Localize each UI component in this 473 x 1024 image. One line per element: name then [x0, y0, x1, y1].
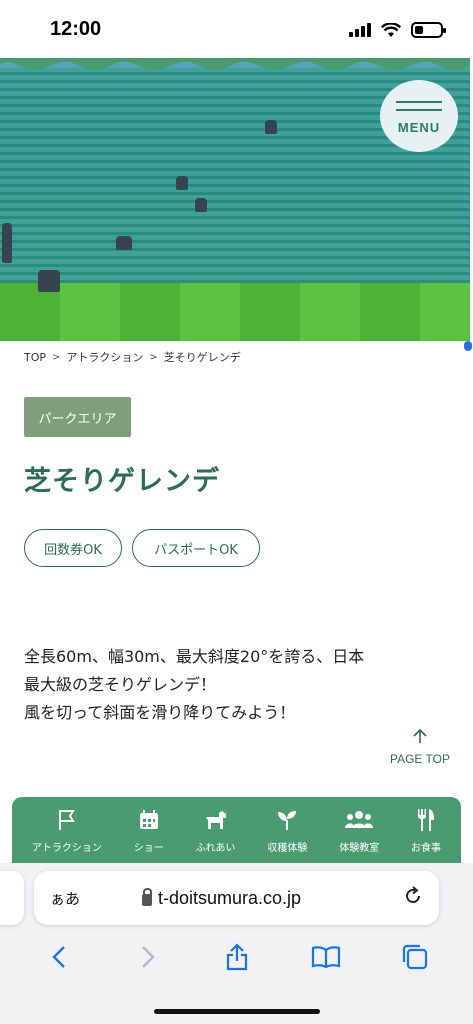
breadcrumb-attractions[interactable]: アトラクション — [66, 349, 143, 365]
address-bar[interactable]: ぁあ t-doitsumura.co.jp — [34, 871, 439, 925]
hamburger-icon — [396, 100, 442, 103]
breadcrumb-top[interactable]: TOP — [24, 351, 46, 364]
nav-item-workshop[interactable]: 体験教室 — [339, 807, 379, 854]
hamburger-icon-bar — [396, 108, 442, 111]
nav-label: 収穫体験 — [267, 842, 308, 854]
chevron-right-icon — [141, 945, 155, 968]
badge-passport: パスポートOK — [132, 529, 260, 567]
chevron-right-icon: > — [149, 351, 158, 363]
nav-item-attractions[interactable]: アトラクション — [32, 807, 102, 854]
sledder — [176, 176, 188, 190]
description: 全長60m、幅30m、最大斜度20°を誇る、日本 最大級の芝そりゲレンデ！ 風を… — [24, 643, 454, 727]
area-tag: パークエリア — [24, 397, 131, 437]
sledder — [116, 236, 132, 250]
share-icon — [226, 942, 247, 970]
url-display[interactable]: t-doitsumura.co.jp — [142, 888, 301, 909]
calendar-icon — [138, 807, 160, 833]
nav-label: ショー — [133, 842, 164, 854]
forward-button[interactable] — [128, 945, 168, 976]
lock-icon — [142, 888, 152, 906]
hero-image: MENU — [0, 58, 470, 341]
page-top-button[interactable]: PAGE TOP — [384, 728, 456, 766]
nav-item-petting[interactable]: ふれあい — [196, 807, 236, 854]
reader-settings-button[interactable]: ぁあ — [50, 888, 80, 909]
sledder — [195, 198, 207, 212]
description-line: 全長60m、幅30m、最大斜度20°を誇る、日本 — [24, 647, 365, 666]
grass-field — [0, 283, 470, 341]
reload-icon[interactable] — [403, 885, 423, 911]
bottom-nav: アトラクション ショー ふれあい 収穫体験 体験教室 お食事 — [12, 797, 461, 863]
fork-knife-icon — [416, 807, 436, 833]
breadcrumb: TOP > アトラクション > 芝そりゲレンデ — [24, 349, 241, 365]
wifi-icon — [381, 22, 401, 37]
share-button[interactable] — [217, 942, 257, 978]
nav-label: アトラクション — [31, 842, 102, 854]
sledder — [2, 223, 12, 263]
browser-chrome: ぁあ t-doitsumura.co.jp — [0, 863, 473, 1024]
battery-icon — [411, 22, 446, 38]
badge-coupon: 回数券OK — [24, 529, 122, 567]
description-line: 最大級の芝そりゲレンデ！ — [24, 675, 217, 694]
menu-label: MENU — [397, 119, 441, 135]
nav-item-harvest[interactable]: 収穫体験 — [267, 807, 307, 854]
nav-label: 体験教室 — [339, 842, 380, 854]
home-indicator — [154, 1009, 320, 1014]
status-time: 12:00 — [50, 18, 102, 40]
people-icon — [345, 807, 374, 833]
nav-label: ふれあい — [195, 842, 236, 854]
status-icons — [349, 22, 446, 38]
status-bar: 12:00 — [0, 0, 473, 58]
nav-label: お食事 — [411, 842, 442, 854]
breadcrumb-current: 芝そりゲレンデ — [163, 351, 241, 364]
dog-icon — [204, 807, 228, 833]
tabs-button[interactable] — [395, 943, 435, 978]
previous-tab-preview[interactable] — [0, 871, 24, 925]
arrow-up-icon — [384, 728, 456, 748]
wave-decoration — [0, 58, 470, 70]
sledder — [38, 270, 60, 292]
chevron-left-icon — [51, 945, 65, 968]
url-text: t-doitsumura.co.jp — [158, 887, 302, 908]
back-button[interactable] — [39, 945, 79, 976]
tabs-icon — [402, 944, 427, 969]
nav-item-dining[interactable]: お食事 — [411, 807, 441, 854]
sprout-icon — [276, 807, 298, 833]
sledder — [265, 120, 277, 134]
menu-button[interactable]: MENU — [380, 80, 458, 152]
bookmarks-button[interactable] — [306, 945, 346, 976]
page-title: 芝そりゲレンデ — [24, 466, 220, 497]
scroll-indicator[interactable] — [464, 341, 472, 351]
flag-icon — [57, 807, 77, 833]
cellular-signal-icon — [349, 23, 371, 37]
chevron-right-icon: > — [52, 351, 61, 363]
page-top-label: PAGE TOP — [389, 752, 451, 766]
nav-item-show[interactable]: ショー — [134, 807, 164, 854]
browser-toolbar — [0, 940, 473, 980]
description-line: 風を切って斜面を滑り降りてみよう！ — [24, 703, 296, 722]
book-icon — [311, 945, 340, 968]
